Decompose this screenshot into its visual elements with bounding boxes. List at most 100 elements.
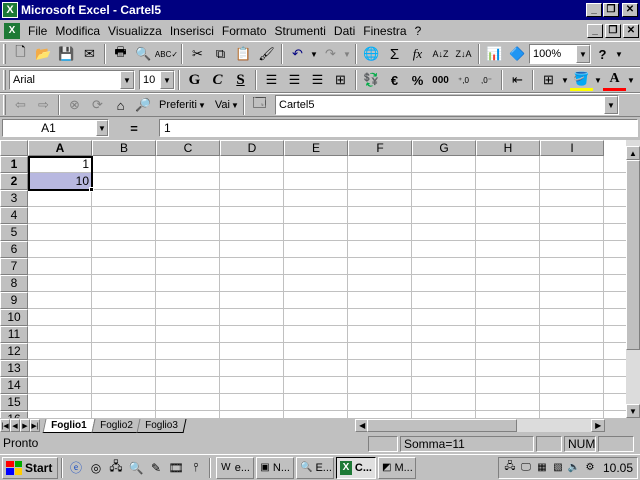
bold-button[interactable]: G (183, 69, 206, 91)
tray-scheduler-icon[interactable]: ⚙ (583, 461, 597, 475)
zoom-select[interactable]: 100% ▼ (529, 44, 591, 64)
restore-button[interactable]: ❐ (603, 3, 619, 17)
row-header-11[interactable]: 11 (0, 326, 28, 343)
menu-strumenti[interactable]: Strumenti (271, 24, 330, 38)
tray-app-icon[interactable]: ▦ (535, 461, 549, 475)
fill-color-dropdown-icon[interactable]: ▼ (593, 76, 603, 85)
row-header-6[interactable]: 6 (0, 241, 28, 258)
euro-button[interactable]: € (383, 69, 406, 91)
cell-a1[interactable]: 1 (28, 156, 91, 172)
doc-restore-button[interactable]: ❐ (605, 23, 621, 38)
chevron-down-icon[interactable]: ▼ (120, 71, 134, 89)
row-header-3[interactable]: 3 (0, 190, 28, 207)
toolbar-grip[interactable] (3, 95, 6, 115)
column-header-e[interactable]: E (284, 140, 348, 156)
task-m[interactable]: ◩ M... (378, 456, 416, 479)
chevron-down-icon[interactable]: ▼ (230, 101, 240, 110)
format-painter-icon[interactable]: 🖌 (255, 43, 278, 65)
pointer-icon[interactable]: ⫯ (186, 458, 206, 478)
menu-formato[interactable]: Formato (218, 24, 271, 38)
chevron-down-icon[interactable]: ▼ (604, 96, 618, 114)
home-icon[interactable]: ⌂ (109, 94, 132, 116)
vertical-scrollbar[interactable]: ▲ ▼ (626, 140, 640, 418)
merge-center-icon[interactable]: ⊞ (329, 69, 352, 91)
redo-dropdown-icon[interactable]: ▼ (342, 50, 352, 59)
chevron-down-icon[interactable]: ▼ (160, 71, 174, 89)
column-header-g[interactable]: G (412, 140, 476, 156)
save-icon[interactable]: 💾 (55, 43, 78, 65)
refresh-icon[interactable]: ⟳ (86, 94, 109, 116)
mail-icon[interactable]: ✉ (78, 43, 101, 65)
undo-dropdown-icon[interactable]: ▼ (309, 50, 319, 59)
percent-button[interactable]: % (406, 69, 429, 91)
align-left-icon[interactable]: ☰ (260, 69, 283, 91)
task-excel[interactable]: X C... (336, 456, 376, 479)
menu-inserisci[interactable]: Inserisci (166, 24, 218, 38)
undo-icon[interactable]: ↶ (286, 43, 309, 65)
excel-app-icon[interactable]: X (2, 2, 18, 18)
next-sheet-icon[interactable]: ▶ (20, 419, 30, 432)
column-header-c[interactable]: C (156, 140, 220, 156)
menu-help[interactable]: ? (411, 24, 426, 38)
copy-icon[interactable]: ⧉ (209, 43, 232, 65)
row-header-2[interactable]: 2 (0, 173, 28, 190)
menu-file[interactable]: File (24, 24, 51, 38)
fill-handle[interactable] (89, 187, 94, 192)
column-header-b[interactable]: B (92, 140, 156, 156)
cut-icon[interactable]: ✂ (186, 43, 209, 65)
decrease-decimal-icon[interactable]: ,0⁻ (475, 69, 498, 91)
doc-close-button[interactable]: ✕ (623, 23, 639, 38)
spreadsheet-grid[interactable]: ABCDEFGHI12345678910111213141516110 (0, 140, 640, 418)
search-web-icon[interactable]: 🔎 (132, 94, 155, 116)
show-web-toolbar-icon[interactable]: 🗔 (248, 94, 271, 116)
menu-dati[interactable]: Dati (330, 24, 359, 38)
menu-modifica[interactable]: Modifica (51, 24, 104, 38)
chevron-down-icon[interactable]: ▼ (576, 45, 590, 63)
autosum-icon[interactable]: Σ (383, 43, 406, 65)
favorites-menu[interactable]: Preferiti (159, 99, 197, 111)
edit-icon[interactable]: ✎ (146, 458, 166, 478)
align-center-icon[interactable]: ☰ (283, 69, 306, 91)
vertical-scroll-thumb[interactable] (626, 160, 640, 350)
currency-icon[interactable]: 💱 (360, 69, 383, 91)
column-header-i[interactable]: I (540, 140, 604, 156)
indent-icon[interactable]: ⇤ (506, 69, 529, 91)
more-buttons-icon[interactable]: ▼ (614, 50, 624, 59)
row-header-5[interactable]: 5 (0, 224, 28, 241)
row-header-12[interactable]: 12 (0, 343, 28, 360)
font-select[interactable]: Arial ▼ (9, 70, 135, 90)
column-header-h[interactable]: H (476, 140, 540, 156)
task-word[interactable]: We... (216, 456, 254, 479)
scroll-down-icon[interactable]: ▼ (626, 404, 640, 418)
italic-button[interactable]: C (206, 69, 229, 91)
row-header-13[interactable]: 13 (0, 360, 28, 377)
font-color-dropdown-icon[interactable]: ▼ (626, 76, 636, 85)
help-icon[interactable]: ? (591, 43, 614, 65)
tray-app-icon[interactable]: ▧ (551, 461, 565, 475)
sort-descending-icon[interactable]: Z↓A (452, 43, 475, 65)
row-header-10[interactable]: 10 (0, 309, 28, 326)
menu-visualizza[interactable]: Visualizza (104, 24, 166, 38)
column-header-f[interactable]: F (348, 140, 412, 156)
redo-icon[interactable]: ↷ (319, 43, 342, 65)
borders-dropdown-icon[interactable]: ▼ (560, 76, 570, 85)
tray-display-icon[interactable]: 🖵 (519, 461, 533, 475)
function-icon[interactable]: fx (406, 43, 429, 65)
media-icon[interactable]: 🎞 (166, 458, 186, 478)
network-icon[interactable]: 🖧 (106, 458, 126, 478)
chevron-down-icon[interactable]: ▼ (197, 101, 207, 110)
increase-decimal-icon[interactable]: ⁺,0 (452, 69, 475, 91)
row-header-14[interactable]: 14 (0, 377, 28, 394)
task-n[interactable]: ▣ N... (256, 456, 294, 479)
back-icon[interactable]: ⇦ (9, 94, 32, 116)
go-menu[interactable]: Vai (215, 99, 230, 111)
paste-icon[interactable]: 📋 (232, 43, 255, 65)
toolbar-grip[interactable] (3, 44, 6, 64)
new-file-icon[interactable]: 🗋 (9, 43, 32, 65)
underline-button[interactable]: S (229, 69, 252, 91)
align-right-icon[interactable]: ☰ (306, 69, 329, 91)
row-header-4[interactable]: 4 (0, 207, 28, 224)
row-header-1[interactable]: 1 (0, 156, 28, 173)
thousands-separator-button[interactable]: 000 (429, 69, 452, 91)
column-header-d[interactable]: D (220, 140, 284, 156)
